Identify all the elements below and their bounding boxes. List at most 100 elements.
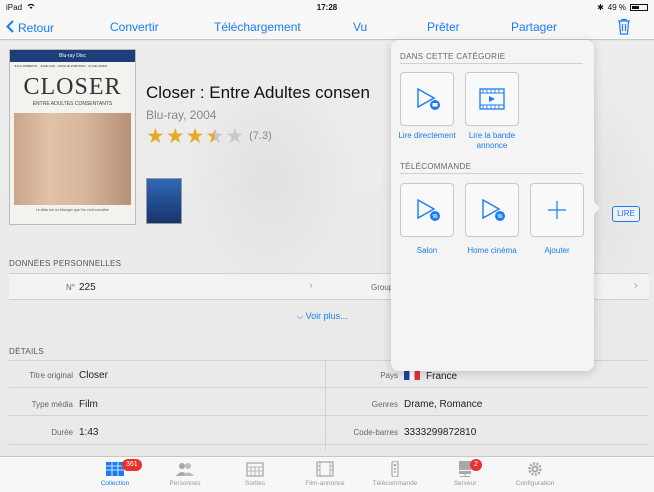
back-label: Retour <box>18 21 55 35</box>
film-icon <box>479 88 505 110</box>
remote-icon <box>391 461 399 477</box>
calendar-icon <box>246 462 264 477</box>
tab-people[interactable]: Personnes <box>150 457 220 492</box>
convert-button[interactable]: Convertir <box>110 20 159 34</box>
tab-releases[interactable]: Sorties <box>220 457 290 492</box>
download-button[interactable]: Téléchargement <box>214 20 301 34</box>
nav-bar: Retour Convertir Téléchargement Vu Prête… <box>0 14 654 40</box>
country-value: France <box>404 370 457 382</box>
divider <box>9 415 649 416</box>
details-header: DÉTAILS <box>9 347 44 356</box>
divider <box>9 444 649 445</box>
cover-title: CLOSER <box>23 74 122 100</box>
media-type-label: Type média <box>31 400 73 409</box>
remote-play-icon <box>482 198 505 221</box>
add-label[interactable]: Ajouter <box>522 246 592 256</box>
tab-label: Télécommande <box>372 480 418 487</box>
rating-value: (7.3) <box>249 130 272 142</box>
chevron-left-icon <box>6 20 14 36</box>
play-trailer-label[interactable]: Lire la bande annonce <box>457 131 527 151</box>
movie-title: Closer : Entre Adultes consen <box>146 83 370 102</box>
chevron-right-icon: › <box>309 280 313 292</box>
country-text: France <box>426 371 458 382</box>
tab-label: Film-annonce <box>305 480 345 487</box>
star-icon: ★ <box>146 124 165 148</box>
cover-tagline: Le désir est un étranger que l'on croit … <box>35 208 110 212</box>
divider <box>400 63 583 64</box>
genres-value: Drame, Romance <box>404 399 483 410</box>
people-icon <box>176 463 194 476</box>
rating-stars[interactable]: ★ ★ ★ ★ ★ (7.3) <box>146 125 272 147</box>
seen-button[interactable]: Vu <box>353 20 367 34</box>
star-icon: ★ <box>165 124 185 148</box>
film-icon <box>316 461 334 477</box>
status-time: 17:28 <box>316 2 338 12</box>
tab-remote[interactable]: Télécommande <box>360 457 430 492</box>
number-label: N° <box>66 283 75 292</box>
cover-photo <box>14 113 131 205</box>
wifi-icon <box>26 2 36 12</box>
tab-collection[interactable]: 361 Collection <box>80 457 150 492</box>
bluetooth-icon: ✱ <box>597 2 604 12</box>
duration-label: Durée <box>51 428 73 437</box>
trash-icon[interactable] <box>617 18 631 38</box>
collection-badge: 361 <box>122 459 142 471</box>
divider <box>400 173 583 174</box>
server-badge: 2 <box>470 459 482 471</box>
barcode-label: Code-barres <box>353 428 398 437</box>
half-star-icon: ★ <box>205 124 225 148</box>
add-tile[interactable] <box>530 183 584 237</box>
france-flag-icon <box>404 370 420 380</box>
star-icon: ★ <box>225 124 245 148</box>
home-cinema-tile[interactable] <box>465 183 519 237</box>
tab-label: Configuration <box>515 480 555 487</box>
group-label: Group <box>371 283 394 292</box>
lend-button[interactable]: Prêter <box>427 20 460 34</box>
back-cover-thumbnail[interactable] <box>146 178 182 224</box>
play-popover: DANS CETTE CATÉGORIE Lire directement Li… <box>391 40 594 371</box>
share-button[interactable]: Partager <box>511 20 557 34</box>
tab-label: Serveur <box>453 480 477 487</box>
remote-play-icon <box>417 198 440 221</box>
tab-bar: 361 Collection Personnes Sorties Film-an… <box>0 456 654 492</box>
battery-icon <box>630 3 648 11</box>
original-title-label: Titre original <box>29 371 73 380</box>
country-label: Pays <box>380 371 398 380</box>
play-direct-label[interactable]: Lire directement <box>392 131 462 141</box>
device-name: iPad <box>6 2 23 12</box>
number-value[interactable]: 225 <box>79 282 96 293</box>
see-more-link[interactable]: ⌵ Voir plus... <box>297 311 348 322</box>
tab-label: Sorties <box>244 480 266 487</box>
play-direct-icon <box>417 87 440 110</box>
see-more-label: Voir plus... <box>305 311 348 321</box>
plus-icon <box>548 201 566 219</box>
gear-icon <box>528 462 542 476</box>
original-title-value: Closer <box>79 370 108 381</box>
battery-percent: 49 % <box>607 2 626 12</box>
media-type-value: Film <box>79 399 98 410</box>
personal-data-header: DONNÉES PERSONNELLES <box>9 259 122 268</box>
tab-server[interactable]: 2 Serveur <box>430 457 500 492</box>
chevron-down-icon: ⌵ <box>297 312 304 321</box>
genres-label: Genres <box>371 400 398 409</box>
play-trailer-tile[interactable] <box>465 72 519 126</box>
status-bar: iPad 17:28 ✱ 49 % <box>0 0 654 14</box>
salon-tile[interactable] <box>400 183 454 237</box>
back-button[interactable]: Retour <box>6 20 54 36</box>
tab-settings[interactable]: Configuration <box>500 457 570 492</box>
tab-label: Collection <box>100 480 130 487</box>
chevron-right-icon: › <box>634 280 638 292</box>
tab-label: Personnes <box>169 480 201 487</box>
tab-trailer[interactable]: Film-annonce <box>290 457 360 492</box>
salon-label[interactable]: Salon <box>392 246 462 256</box>
play-button[interactable]: LIRE <box>612 206 640 222</box>
home-cinema-label[interactable]: Home cinéma <box>457 246 527 256</box>
bluray-logo: Blu-ray Disc <box>10 50 135 62</box>
duration-value: 1:43 <box>79 427 99 438</box>
column-divider <box>325 360 326 450</box>
star-icon: ★ <box>185 124 205 148</box>
barcode-value: 3333299872810 <box>404 427 477 438</box>
play-direct-tile[interactable] <box>400 72 454 126</box>
cover-names: JULIA ROBERTS · JUDE LAW · NATALIE PORTM… <box>14 64 108 68</box>
cover-image[interactable]: Blu-ray Disc JULIA ROBERTS · JUDE LAW · … <box>9 49 136 225</box>
